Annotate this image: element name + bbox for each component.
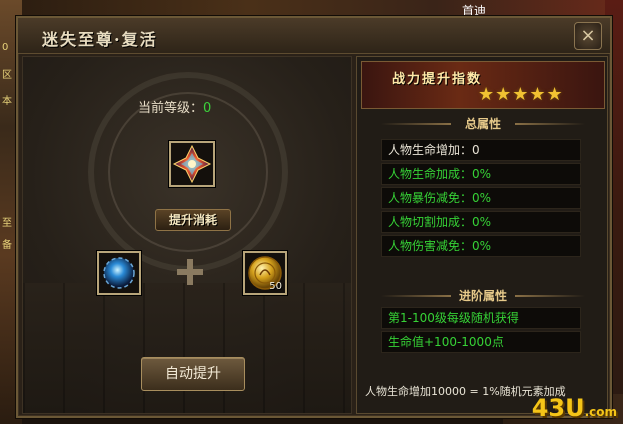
- advanced-row: 第1-100级每级随机获得: [381, 307, 581, 329]
- watermark-suffix: .com: [584, 405, 617, 419]
- watermark-main: 43U: [531, 394, 585, 422]
- stat-row: 人物暴伤减免：0%: [381, 187, 581, 209]
- stat-row: 人物伤害减免：0%: [381, 235, 581, 257]
- title-bar[interactable]: 迷失至尊·复活 ×: [18, 18, 610, 54]
- close-icon: ×: [580, 25, 596, 46]
- power-index-header: 战力提升指数 ★★★★★: [361, 61, 605, 109]
- revive-window: 迷失至尊·复活 × 当前等级：0 提升消耗 50 自动提升 战力提升指数 ★★★…: [16, 16, 612, 418]
- side-tag-4: 至: [2, 218, 12, 229]
- advanced-attributes-heading: 进阶属性: [361, 285, 605, 307]
- material-slot-right[interactable]: 50: [243, 251, 287, 295]
- advanced-row: 生命值+100-1000点: [381, 331, 581, 353]
- current-level: 当前等级：0: [138, 97, 211, 116]
- attributes-panel: 战力提升指数 ★★★★★ 总属性 人物生命增加：0 人物生命加成：0% 人物暴伤…: [356, 56, 608, 414]
- material-count: 50: [269, 281, 282, 292]
- side-tag-1: 0: [2, 42, 9, 53]
- power-stars: ★★★★★: [478, 84, 564, 105]
- main-item-slot[interactable]: [169, 141, 215, 187]
- crystal-gem-icon: [172, 144, 212, 184]
- plus-icon: [177, 259, 203, 285]
- site-watermark: 43U.com: [532, 394, 617, 422]
- side-tag-2: 区: [2, 70, 12, 81]
- auto-upgrade-button[interactable]: 自动提升: [141, 357, 245, 391]
- level-label: 当前等级：: [138, 101, 204, 116]
- upgrade-panel: 当前等级：0 提升消耗 50 自动提升: [22, 56, 352, 414]
- side-tag-3: 本: [2, 96, 12, 107]
- stat-row: 人物切割加成：0%: [381, 211, 581, 233]
- blue-orb-icon: [103, 257, 135, 289]
- material-slot-left[interactable]: [97, 251, 141, 295]
- upgrade-cost-banner: 提升消耗: [155, 209, 231, 231]
- stat-row: 人物生命增加：0: [381, 139, 581, 161]
- stat-row: 人物生命加成：0%: [381, 163, 581, 185]
- close-button[interactable]: ×: [574, 22, 602, 50]
- side-tag-5: 备: [2, 240, 12, 251]
- level-value: 0: [203, 101, 212, 116]
- total-attributes-heading: 总属性: [361, 113, 605, 135]
- decor-floor: [23, 283, 351, 413]
- power-index-title: 战力提升指数: [392, 72, 483, 87]
- window-title: 迷失至尊·复活: [42, 30, 158, 49]
